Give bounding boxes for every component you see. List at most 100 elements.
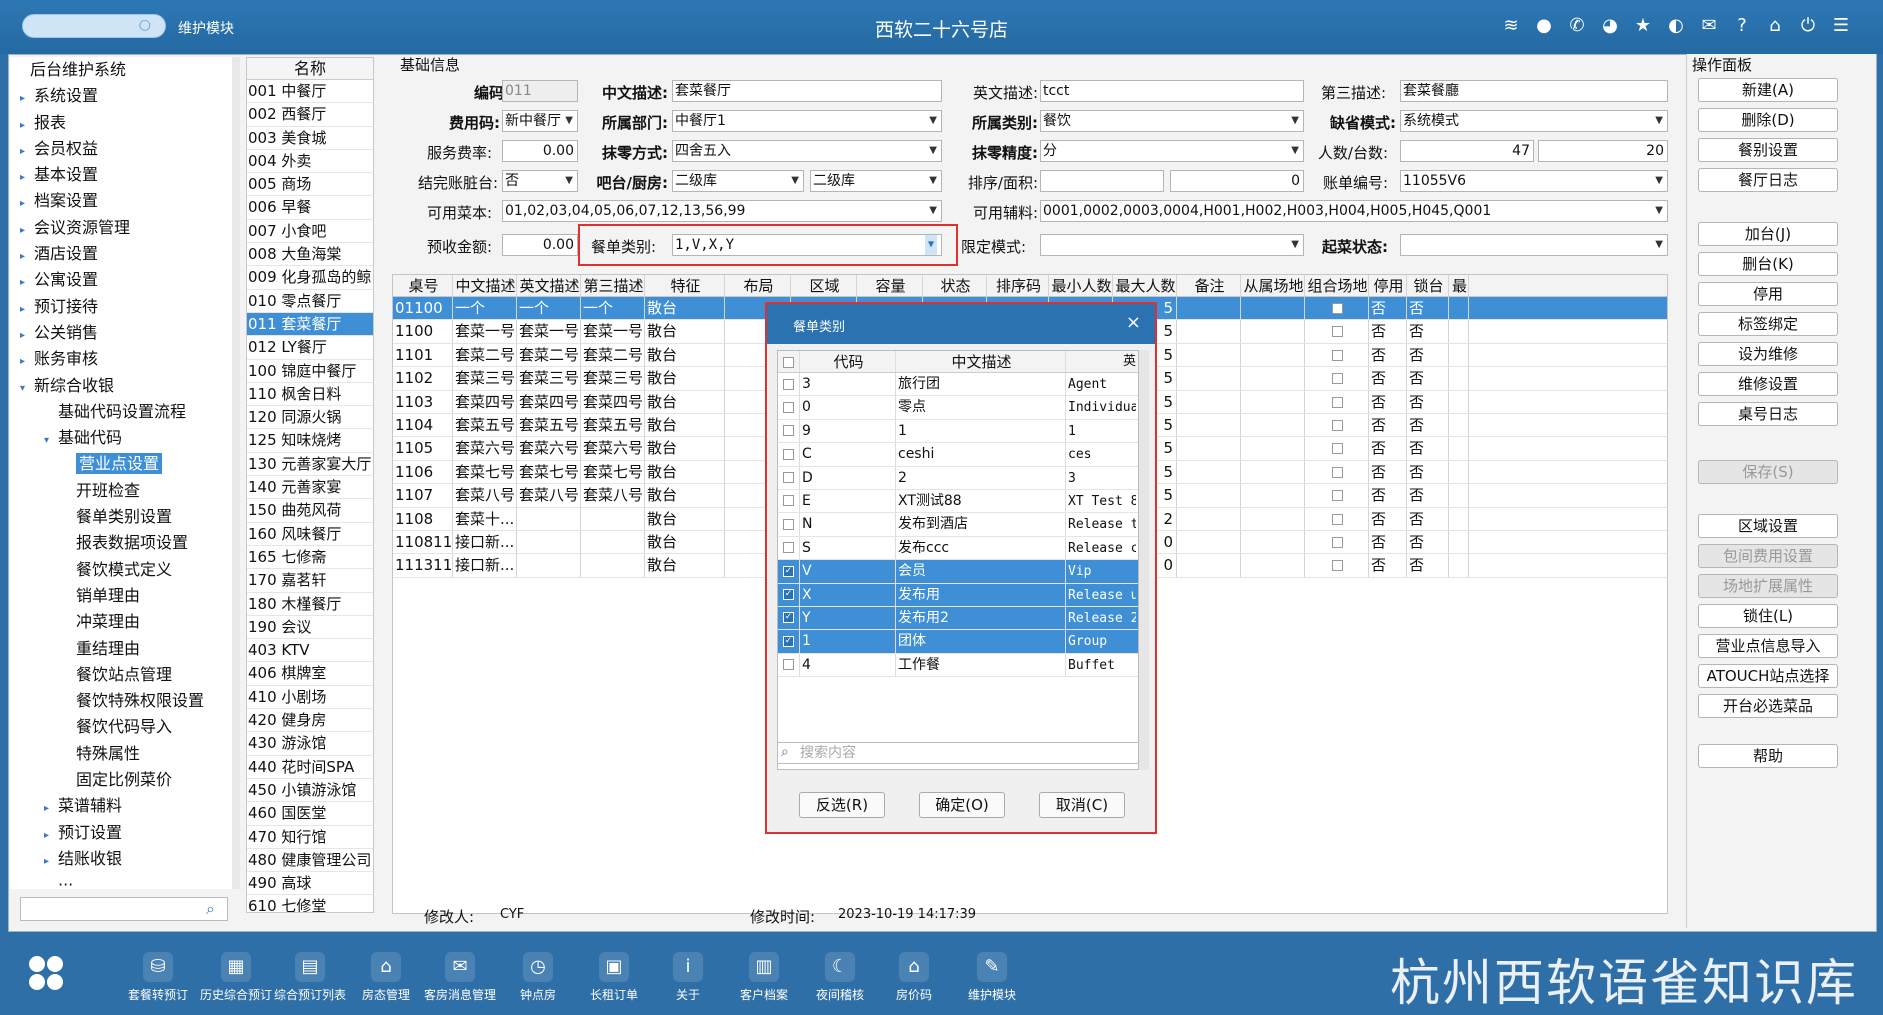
category-select[interactable]: 餐饮 ▼ [1040,110,1304,132]
list-item[interactable]: 012 LY餐厅 [247,336,373,360]
star-icon[interactable]: ★ [1631,14,1655,38]
list-item[interactable]: 160 风味餐厅 [247,523,373,546]
list-item[interactable]: 420 健身房 [247,709,373,733]
combo-checkbox[interactable] [1305,507,1369,530]
nav-item[interactable]: ▸ 账务审核 [10,346,237,372]
row-checkbox[interactable]: ✓ [778,630,800,653]
combo-checkbox[interactable] [1305,320,1369,343]
nav-item[interactable]: 开班检查 [10,478,237,504]
nav-item[interactable]: 餐单类别设置 [10,504,237,530]
meal-type-row[interactable]: ✓ X 发布用 Release u [778,583,1138,607]
list-item[interactable]: 406 棋牌室 [247,662,373,686]
list-item[interactable]: 403 KTV [247,639,373,663]
limit-mode-select[interactable]: ▼ [1040,234,1304,256]
wifi-icon[interactable]: ≋ [1499,14,1523,38]
list-item[interactable]: 011 套菜餐厅 [247,312,373,337]
dock-item[interactable]: ☾ 夜间稽核 [800,952,880,1003]
nav-item[interactable]: ▸ 系统设置 [10,83,237,109]
dialog-search-input[interactable]: 搜索内容 [777,742,1139,764]
grid-column-header[interactable]: 停用 [1369,275,1407,296]
nav-item[interactable]: 固定比例菜价 [10,767,237,793]
grid-column-header[interactable]: 锁台 [1407,275,1449,296]
list-item[interactable]: 003 美食城 [247,127,373,150]
meal-type-row[interactable]: E XT测试88 XT Test 8 [778,489,1138,514]
grid-column-header[interactable]: 从属场地 [1241,275,1305,296]
meal-type-row[interactable]: ✓ V 会员 Vip [778,560,1138,584]
list-item[interactable]: 100 锦庭中餐厅 [247,360,373,383]
panel-button[interactable]: 餐厅日志 [1698,168,1838,192]
nav-item[interactable]: 特殊属性 [10,741,237,767]
list-item[interactable]: 150 曲苑风荷 [247,499,373,523]
round-method-select[interactable]: 四舍五入 ▼ [672,140,942,162]
panel-button[interactable]: 营业点信息导入 [1698,634,1838,658]
row-checkbox[interactable] [778,419,800,443]
grid-column-header[interactable]: 备注 [1177,275,1241,296]
row-checkbox[interactable] [778,489,800,513]
cancel-button[interactable]: 取消(C) [1039,792,1125,818]
list-item[interactable]: 001 中餐厅 [247,80,373,104]
search-icon[interactable]: ⌕ [206,899,215,919]
list-item[interactable]: 130 元善家宴大厅 [247,453,373,477]
panel-button[interactable]: 区域设置 [1698,514,1838,538]
grid-column-header[interactable]: 组合场地 [1305,275,1369,296]
combo-checkbox[interactable] [1305,460,1369,484]
grid-column-header[interactable]: 区域 [791,275,857,296]
pax-field[interactable]: 47 [1400,140,1534,162]
row-checkbox[interactable]: ✓ [778,583,800,606]
meal-type-row[interactable]: 3 旅行团 Agent [778,373,1138,397]
invert-button[interactable]: 反选(R) [799,792,885,818]
panel-button[interactable]: 桌号日志 [1698,402,1838,426]
dock-item[interactable]: ▣ 长租订单 [574,952,654,1003]
grid-column-header[interactable]: 最小人数 [1049,275,1113,296]
panel-button[interactable]: 设为维修 [1698,342,1838,366]
list-item[interactable]: 610 七修堂 [247,895,373,912]
nav-item[interactable]: ▸ 公关销售 [10,320,237,346]
panel-button[interactable]: 停用 [1698,282,1838,306]
list-item[interactable]: 170 嘉茗轩 [247,569,373,593]
meal-type-row[interactable]: D23 [778,466,1138,490]
list-item[interactable]: 140 元善家宴 [247,476,373,500]
list-item[interactable]: 004 外卖 [247,150,373,174]
nav-item[interactable]: 餐饮代码导入 [10,714,237,740]
nav-item[interactable]: ▸ 预订设置 [10,820,237,846]
row-checkbox[interactable] [778,513,800,536]
row-checkbox[interactable]: ✓ [778,606,800,630]
grid-column-header[interactable]: 中文描述 [453,275,517,296]
meal-type-row[interactable]: S 发布ccc Release c [778,536,1138,561]
panel-button[interactable]: 新建(A) [1698,78,1838,102]
meal-type-row[interactable]: ✓ Y 发布用2 Release 2 [778,606,1138,631]
nav-item[interactable]: ▸ 结账收银 [10,846,237,872]
list-item[interactable]: 430 游泳馆 [247,732,373,756]
dirty-table-select[interactable]: 否 ▼ [502,170,578,192]
nav-item[interactable]: ▸ 会议资源管理 [10,215,237,241]
panel-button[interactable]: 锁住(L) [1698,604,1838,628]
dock-item[interactable]: ⛁ 套餐转预订 [118,952,198,1003]
nav-item[interactable]: ▸ 基本设置 [10,162,237,188]
list-item[interactable]: 440 花时间SPA [247,756,373,779]
bill-number-select[interactable]: 11055V6 ▼ [1400,170,1668,192]
theme-icon[interactable]: ◐ [1664,14,1688,38]
area-field[interactable]: 0 [1170,170,1304,192]
dock-item[interactable]: ⌂ 房价码 [874,952,954,1003]
list-item[interactable]: 110 枫舍日料 [247,383,373,407]
aux-select[interactable]: 0001,0002,0003,0004,H001,H002,H003,H004,… [1040,200,1668,222]
panel-button[interactable]: ATOUCH站点选择 [1698,664,1838,688]
list-item[interactable]: 125 知味烧烤 [247,429,373,453]
nav-item[interactable]: 重结理由 [10,636,237,662]
power-icon[interactable]: ⏻ [1796,14,1820,38]
nav-item[interactable]: ▸ 公寓设置 [10,267,237,293]
nav-item[interactable]: 报表数据项设置 [10,530,237,556]
list-item[interactable]: 180 木槿餐厅 [247,593,373,616]
meal-type-row[interactable]: 911 [778,419,1138,444]
row-checkbox[interactable] [778,536,800,560]
list-item[interactable]: 190 会议 [247,616,373,640]
panel-button[interactable]: 加台(J) [1698,222,1838,246]
mail-icon[interactable]: ✉ [1697,14,1721,38]
menu-icon[interactable]: ☰ [1829,14,1853,38]
grid-column-header[interactable]: 容量 [857,275,923,296]
app-logo-icon[interactable] [26,953,66,993]
meal-type-row[interactable]: Cceshi ces [778,443,1138,467]
row-checkbox[interactable] [778,373,800,396]
list-item[interactable]: 010 零点餐厅 [247,290,373,313]
grid-column-header[interactable]: 排序码 [987,275,1049,296]
